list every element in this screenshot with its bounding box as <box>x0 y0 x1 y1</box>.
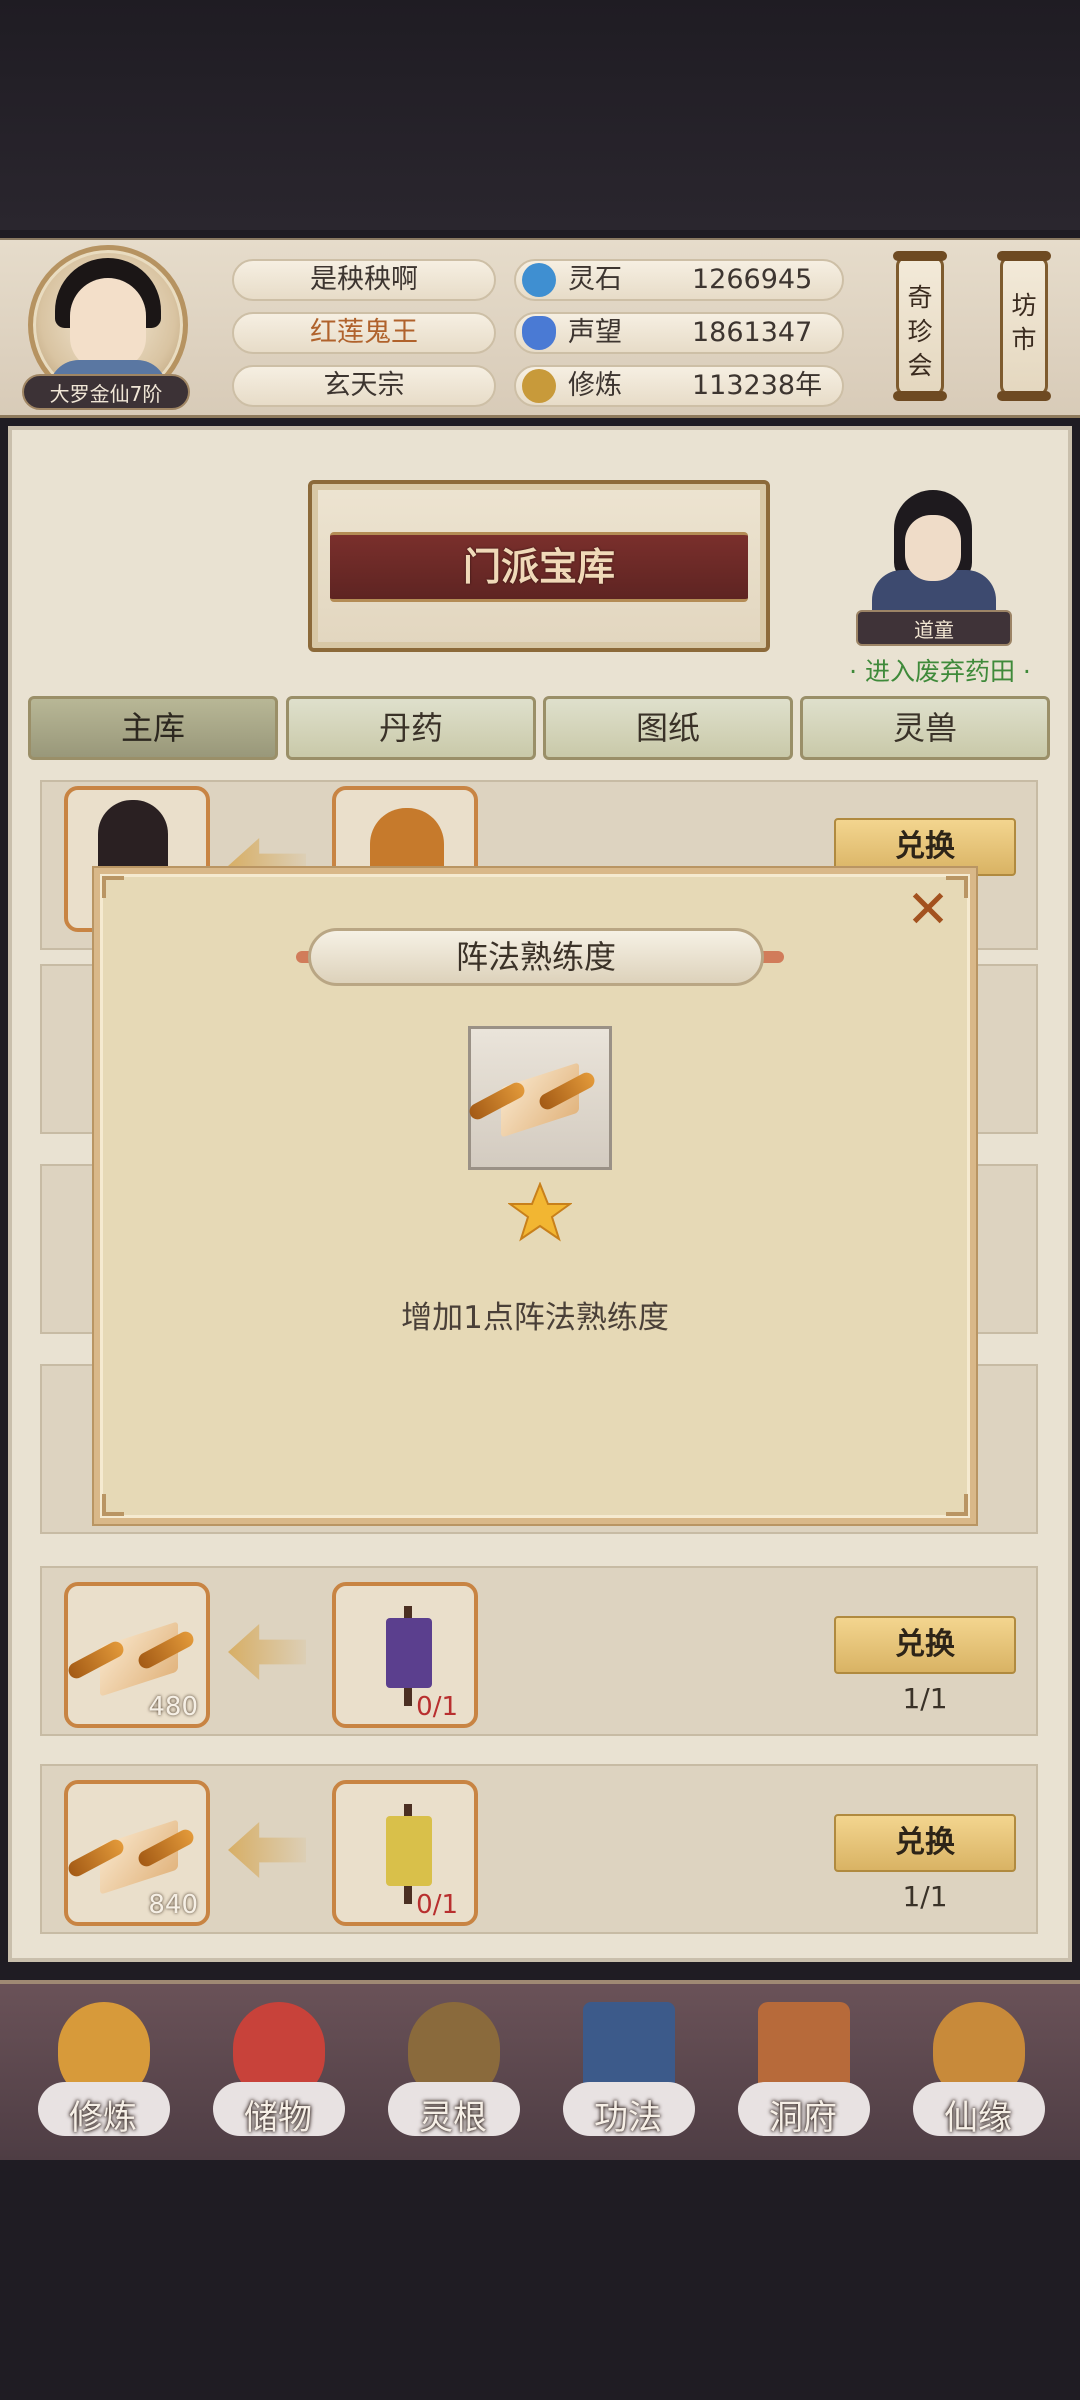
close-icon[interactable]: ✕ <box>902 884 954 938</box>
nav-cultivation[interactable]: 修炼 <box>28 1992 178 2152</box>
nav-technique[interactable]: 功法 <box>553 1992 703 2152</box>
nav-label: 洞府 <box>769 2098 837 2138</box>
nav-label: 仙缘 <box>944 2098 1012 2138</box>
nav-immortal-fate[interactable]: 仙缘 <box>903 1992 1053 2152</box>
nav-label: 灵根 <box>419 2098 487 2138</box>
dialog-corner <box>102 876 124 898</box>
item-description: 增加1点阵法熟练度 <box>401 1300 669 1336</box>
nav-spirit-root[interactable]: 灵根 <box>378 1992 528 2152</box>
dialog-title: 阵法熟练度 <box>308 928 764 986</box>
nav-storage[interactable]: 储物 <box>203 1992 353 2152</box>
nav-label: 储物 <box>244 2098 312 2138</box>
formation-scroll-icon <box>466 1061 598 1138</box>
game-screen: { "player": { "name": "是秧秧啊", "title": "… <box>0 0 1080 2400</box>
star-icon <box>508 1182 572 1242</box>
dialog-corner <box>102 1494 124 1516</box>
item-preview <box>466 1026 612 1170</box>
dialog-corner <box>946 1494 968 1516</box>
nav-label: 修炼 <box>69 2098 137 2138</box>
nav-label: 功法 <box>594 2098 662 2138</box>
nav-cave[interactable]: 洞府 <box>728 1992 878 2152</box>
